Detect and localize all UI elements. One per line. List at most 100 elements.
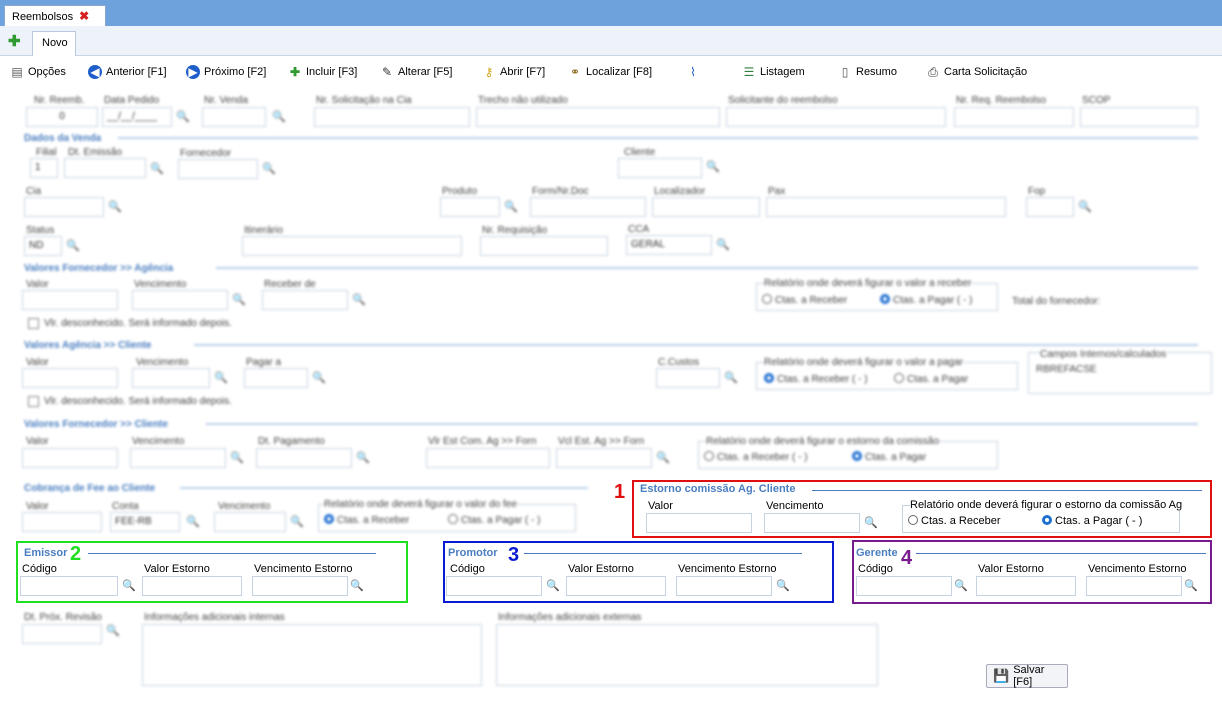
- fop-input[interactable]: [1026, 197, 1074, 217]
- search-icon[interactable]: 🔍: [230, 451, 244, 465]
- tab-novo[interactable]: Novo: [32, 31, 76, 56]
- emissor-codigo-input[interactable]: [20, 576, 118, 596]
- nr-solicitacao-input[interactable]: [314, 107, 470, 127]
- emissor-valor-input[interactable]: [142, 576, 242, 596]
- incluir-button[interactable]: ✚ Incluir [F3]: [288, 63, 357, 81]
- vencimento-input[interactable]: [214, 512, 286, 532]
- search-icon[interactable]: 🔍: [352, 293, 366, 307]
- pagar-a-input[interactable]: [244, 368, 308, 388]
- vcl-est-input[interactable]: [556, 448, 652, 468]
- promotor-vencimento-input[interactable]: [676, 576, 772, 596]
- filial-input[interactable]: 1: [30, 158, 58, 178]
- estorno-vencimento-input[interactable]: [764, 513, 860, 533]
- search-icon[interactable]: 🔍: [724, 371, 738, 385]
- estorno-radio-receber[interactable]: Ctas. a Receber: [908, 515, 1000, 527]
- tab-reembolsos[interactable]: Reembolsos ✖: [4, 5, 106, 26]
- localizar-button[interactable]: ⚭ Localizar [F8]: [568, 63, 652, 81]
- search-icon[interactable]: 🔍: [272, 110, 286, 124]
- search-icon[interactable]: 🔍: [864, 516, 878, 530]
- radio-ctas-pagar[interactable]: Ctas. a Pagar: [894, 373, 968, 385]
- search-icon[interactable]: 🔍: [776, 579, 790, 593]
- search-icon[interactable]: 🔍: [350, 579, 364, 593]
- radio-ctas-pagar[interactable]: Ctas. a Pagar ( - ): [448, 514, 540, 526]
- nr-reemb-input[interactable]: 0: [26, 107, 98, 127]
- gerente-codigo-input[interactable]: [856, 576, 952, 596]
- estorno-radio-pagar[interactable]: Ctas. a Pagar ( - ): [1042, 515, 1142, 527]
- search-icon[interactable]: 🔍: [1078, 200, 1092, 214]
- promotor-codigo-input[interactable]: [446, 576, 542, 596]
- vencimento-input[interactable]: [132, 368, 210, 388]
- scop-input[interactable]: [1080, 107, 1198, 127]
- produto-input[interactable]: [440, 197, 500, 217]
- search-icon[interactable]: 🔍: [706, 160, 720, 174]
- receber-de-input[interactable]: [262, 290, 348, 310]
- search-icon[interactable]: 🔍: [106, 624, 120, 638]
- radio-ctas-receber[interactable]: Ctas. a Receber: [762, 294, 847, 306]
- search-icon[interactable]: 🔍: [122, 579, 136, 593]
- alterar-button[interactable]: ✎ Alterar [F5]: [380, 63, 452, 81]
- valor-input[interactable]: [22, 290, 118, 310]
- search-icon[interactable]: 🔍: [954, 579, 968, 593]
- solicitante-input[interactable]: [726, 107, 946, 127]
- listagem-button[interactable]: ☰ Listagem: [742, 63, 805, 81]
- abrir-button[interactable]: ⚷ Abrir [F7]: [482, 63, 546, 81]
- search-icon[interactable]: 🔍: [232, 293, 246, 307]
- cia-input[interactable]: [24, 197, 104, 217]
- radio-ctas-pagar[interactable]: Ctas. a Pagar: [852, 451, 926, 463]
- search-icon[interactable]: 🔍: [150, 162, 164, 176]
- valor-input[interactable]: [22, 368, 118, 388]
- radio-ctas-receber[interactable]: Ctas. a Receber: [324, 514, 409, 526]
- search-icon[interactable]: 🔍: [214, 371, 228, 385]
- gerente-valor-input[interactable]: [976, 576, 1076, 596]
- itinerario-input[interactable]: [242, 236, 462, 256]
- proximo-button[interactable]: ▶ Próximo [F2]: [186, 63, 266, 81]
- search-icon[interactable]: 🔍: [1184, 579, 1198, 593]
- promotor-valor-input[interactable]: [566, 576, 666, 596]
- search-icon[interactable]: 🔍: [504, 200, 518, 214]
- vlr-desconhecido-checkbox[interactable]: [28, 318, 39, 329]
- vlr-est-input[interactable]: [426, 448, 550, 468]
- valor-input[interactable]: [22, 448, 118, 468]
- search-icon[interactable]: 🔍: [716, 238, 730, 252]
- nr-requisicao-input[interactable]: [480, 236, 608, 256]
- add-tab-icon[interactable]: ✚: [8, 34, 22, 49]
- clip-button[interactable]: ⌇: [686, 63, 700, 81]
- info-externas-textarea[interactable]: [496, 624, 878, 686]
- emissor-vencimento-input[interactable]: [252, 576, 348, 596]
- search-icon[interactable]: 🔍: [262, 162, 276, 176]
- radio-ctas-receber[interactable]: Ctas. a Receber ( - ): [764, 373, 868, 385]
- valor-input[interactable]: [22, 512, 102, 532]
- c-custos-input[interactable]: [656, 368, 720, 388]
- anterior-button[interactable]: ◀ Anterior [F1]: [88, 63, 167, 81]
- search-icon[interactable]: 🔍: [176, 110, 190, 124]
- radio-ctas-pagar[interactable]: Ctas. a Pagar ( - ): [880, 294, 972, 306]
- vencimento-input[interactable]: [130, 448, 226, 468]
- search-icon[interactable]: 🔍: [290, 515, 304, 529]
- info-internas-textarea[interactable]: [142, 624, 482, 686]
- search-icon[interactable]: 🔍: [66, 239, 80, 253]
- search-icon[interactable]: 🔍: [186, 515, 200, 529]
- cca-input[interactable]: GERAL: [626, 235, 712, 255]
- close-icon[interactable]: ✖: [79, 9, 89, 23]
- search-icon[interactable]: 🔍: [546, 579, 560, 593]
- resumo-button[interactable]: ▯ Resumo: [838, 63, 897, 81]
- conta-input[interactable]: FEE-RB: [110, 512, 180, 532]
- pax-input[interactable]: [766, 197, 1006, 217]
- radio-ctas-receber[interactable]: Ctas. a Receber ( - ): [704, 451, 808, 463]
- estorno-valor-input[interactable]: [646, 513, 752, 533]
- localizador-input[interactable]: [652, 197, 760, 217]
- dt-emissao-input[interactable]: [64, 158, 146, 178]
- search-icon[interactable]: 🔍: [656, 451, 670, 465]
- cliente-input[interactable]: [618, 158, 702, 178]
- dt-pagamento-input[interactable]: [256, 448, 352, 468]
- search-icon[interactable]: 🔍: [108, 200, 122, 214]
- form-nr-doc-input[interactable]: [530, 197, 646, 217]
- nr-venda-input[interactable]: [202, 107, 266, 127]
- opcoes-button[interactable]: ▤ Opções: [10, 63, 66, 81]
- vencimento-input[interactable]: [132, 290, 228, 310]
- status-input[interactable]: ND: [24, 236, 62, 256]
- data-pedido-input[interactable]: __/__/____: [102, 107, 172, 127]
- fornecedor-input[interactable]: [178, 159, 258, 179]
- dt-prox-revisao-input[interactable]: [22, 624, 102, 644]
- trecho-input[interactable]: [476, 107, 720, 127]
